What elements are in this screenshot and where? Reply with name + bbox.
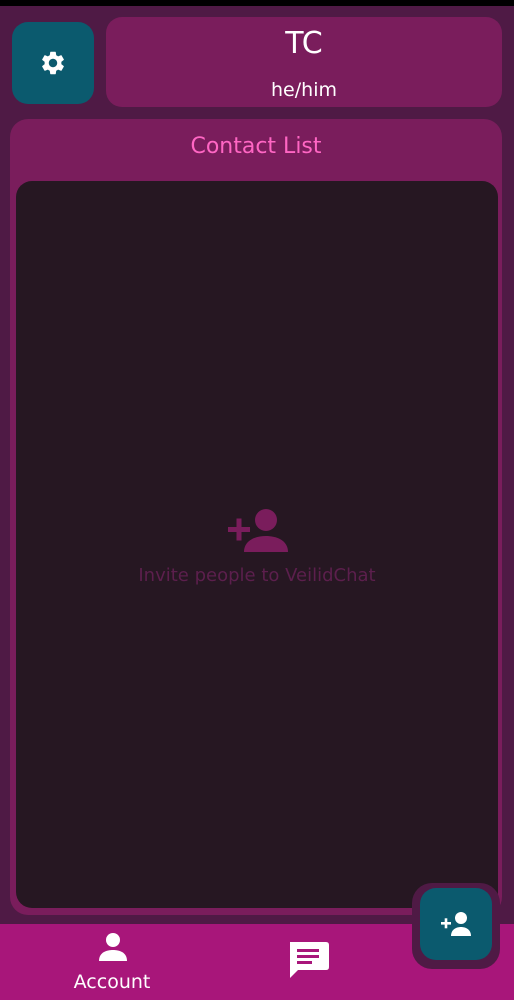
chat-icon	[290, 942, 329, 978]
person-add-icon	[228, 509, 288, 552]
profile-name: TC	[285, 26, 323, 61]
status-bar	[0, 0, 514, 6]
gear-icon	[42, 51, 64, 75]
add-contact-button[interactable]	[420, 888, 492, 960]
app-screen: TC he/him Contact List Invite people to …	[0, 0, 514, 1000]
person-icon	[99, 933, 127, 961]
nav-item-chats[interactable]	[286, 940, 330, 980]
empty-state-message: Invite people to VeilidChat	[138, 565, 376, 586]
nav-item-account-label: Account	[73, 971, 151, 993]
profile-pronouns: he/him	[271, 79, 337, 101]
settings-button[interactable]	[12, 22, 94, 104]
person-add-icon	[441, 912, 471, 936]
contact-list-title: Contact List	[190, 134, 322, 159]
nav-item-account[interactable]: Account	[60, 928, 164, 996]
